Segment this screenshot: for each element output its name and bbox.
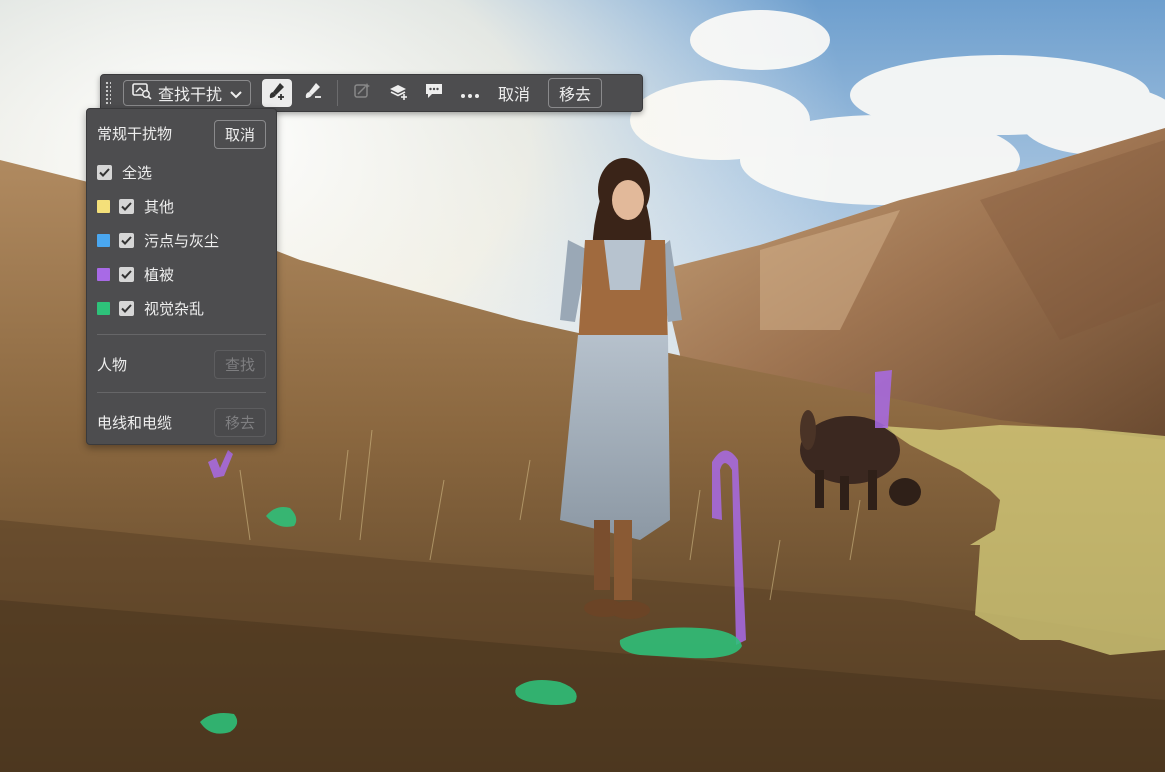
ellipsis-icon xyxy=(460,84,480,103)
distraction-scan-icon xyxy=(132,82,152,104)
other-checkbox[interactable] xyxy=(119,199,134,214)
remove-tool-toolbar: 查找干扰 取消 移去 xyxy=(100,74,643,112)
category-row-visual-clutter: 视觉杂乱 xyxy=(97,298,266,319)
panel-divider xyxy=(97,392,266,393)
layers-plus-icon xyxy=(388,81,408,105)
more-options-button[interactable] xyxy=(455,79,485,107)
visual-clutter-checkbox[interactable] xyxy=(119,301,134,316)
people-label: 人物 xyxy=(97,356,128,374)
feedback-button[interactable] xyxy=(419,79,449,107)
select-all-label: 全选 xyxy=(122,164,153,182)
spots-dust-checkbox[interactable] xyxy=(119,233,134,248)
cancel-button[interactable]: 取消 xyxy=(488,81,540,105)
section-title: 常规干扰物 xyxy=(97,125,173,143)
other-label: 其他 xyxy=(144,198,175,216)
select-all-row: 全选 xyxy=(97,162,266,183)
sparkle-brush-icon xyxy=(352,81,372,105)
chat-bubble-icon xyxy=(424,81,444,105)
vegetation-color-swatch xyxy=(97,268,110,281)
visual-clutter-color-swatch xyxy=(97,302,110,315)
generative-fill-button[interactable] xyxy=(347,79,377,107)
category-row-vegetation: 植被 xyxy=(97,264,266,285)
brush-minus-icon xyxy=(303,81,323,105)
find-distractions-dropdown[interactable]: 查找干扰 xyxy=(123,80,252,106)
toolbar-divider xyxy=(337,80,339,106)
distractions-panel: 常规干扰物 取消 全选 其他 污点与灰尘 植被 视觉杂乱 人物 查找 电线和电缆… xyxy=(86,108,277,445)
brush-plus-icon xyxy=(267,81,287,105)
remove-wires-button[interactable]: 移去 xyxy=(213,408,266,437)
visual-clutter-label: 视觉杂乱 xyxy=(144,300,205,318)
category-row-other: 其他 xyxy=(97,196,266,217)
find-people-button[interactable]: 查找 xyxy=(213,350,266,379)
spots-dust-color-swatch xyxy=(97,234,110,247)
dropdown-label: 查找干扰 xyxy=(158,85,223,104)
chevron-down-icon xyxy=(230,84,242,103)
spots-dust-label: 污点与灰尘 xyxy=(144,232,220,250)
vegetation-checkbox[interactable] xyxy=(119,267,134,282)
panel-divider xyxy=(97,334,266,335)
wires-cables-label: 电线和电缆 xyxy=(97,414,173,432)
panel-cancel-button[interactable]: 取消 xyxy=(213,120,266,149)
invert-selection-button[interactable] xyxy=(383,79,413,107)
remove-button[interactable]: 移去 xyxy=(548,78,603,108)
select-all-checkbox[interactable] xyxy=(97,165,112,180)
drag-handle[interactable] xyxy=(105,81,111,105)
add-brush-button[interactable] xyxy=(262,79,293,107)
subtract-brush-button[interactable] xyxy=(298,79,328,107)
vegetation-label: 植被 xyxy=(144,266,175,284)
other-color-swatch xyxy=(97,200,110,213)
category-row-spots-dust: 污点与灰尘 xyxy=(97,230,266,251)
